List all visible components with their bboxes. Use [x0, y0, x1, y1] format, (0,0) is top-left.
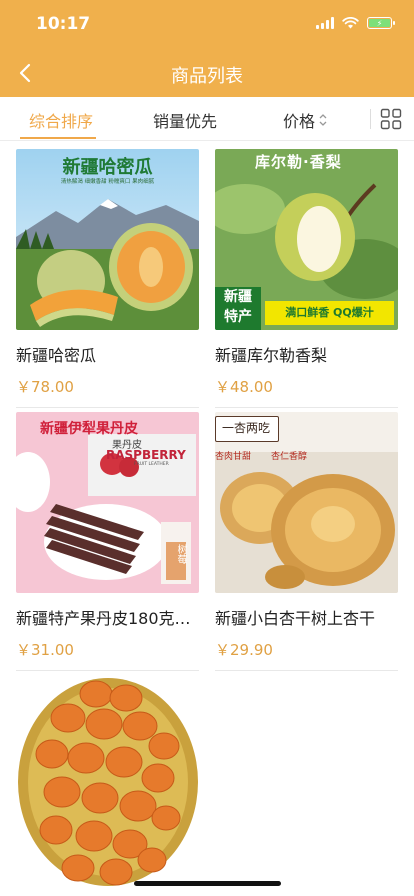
- product-card[interactable]: 新疆哈密瓜 清热解渴 细嫩香甜 粉糯爽口 果肉细腻 新疆哈密瓜 ￥78.00: [16, 149, 199, 408]
- melon-banner-subtitle: 清热解渴 细嫩香甜 粉糯爽口 果肉细腻: [60, 179, 155, 185]
- product-card[interactable]: 一杏两吃 杏肉甘甜 杏仁香醇 新疆小白杏干树上杏干 ￥29.90: [215, 412, 398, 671]
- product-image-fruit-leather: 新疆伊犁果丹皮 果丹皮 RASPBERRY FRUIT LEATHER 树莓: [16, 412, 199, 593]
- sort-arrows-icon: [319, 114, 327, 126]
- pear-badge-line2: 特产: [224, 309, 252, 325]
- melon-banner-title: 新疆哈密瓜: [62, 157, 153, 178]
- wifi-icon: [342, 17, 359, 29]
- product-price: ￥31.00: [16, 641, 74, 659]
- signal-icon: [316, 17, 334, 29]
- product-image-apricot: 一杏两吃 杏肉甘甜 杏仁香醇: [215, 412, 398, 593]
- product-name: 新疆特产果丹皮180克…: [16, 609, 191, 628]
- status-time: 10:17: [36, 14, 91, 34]
- tab-price[interactable]: 价格: [283, 108, 328, 132]
- product-card[interactable]: 库尔勒·香梨 新疆 特产 满口鲜香 QQ爆汁 新疆库尔勒香梨 ￥48.00: [215, 149, 398, 408]
- status-icons: ⚡: [316, 17, 395, 29]
- fruit-leather-box-en: RASPBERRY: [106, 448, 186, 462]
- product-grid: 新疆哈密瓜 清热解渴 细嫩香甜 粉糯爽口 果肉细腻 新疆哈密瓜 ￥78.00 库…: [0, 141, 414, 896]
- apricot-banner-sub2: 杏仁香醇: [271, 452, 308, 462]
- sort-tab-bar: 综合排序 销量优先 价格: [0, 97, 414, 141]
- product-name: 新疆哈密瓜: [16, 346, 97, 365]
- pear-badge-line1: 新疆: [224, 289, 252, 305]
- product-card[interactable]: 新疆伊犁果丹皮 果丹皮 RASPBERRY FRUIT LEATHER 树莓 新…: [16, 412, 199, 671]
- nav-bar: 商品列表: [0, 50, 414, 97]
- product-price: ￥78.00: [16, 378, 74, 396]
- product-name: 新疆库尔勒香梨: [215, 346, 328, 365]
- tab-sales[interactable]: 销量优先: [153, 108, 217, 132]
- product-card[interactable]: [16, 674, 199, 896]
- fruit-leather-banner-title: 新疆伊犁果丹皮: [40, 421, 138, 437]
- tab-divider: [370, 109, 371, 129]
- card-divider: [16, 407, 199, 408]
- page-title: 商品列表: [171, 66, 243, 87]
- product-image-melon: 新疆哈密瓜 清热解渴 细嫩香甜 粉糯爽口 果肉细腻: [16, 149, 199, 330]
- grid-view-icon[interactable]: [380, 108, 402, 130]
- pear-slogan: 满口鲜香 QQ爆汁: [265, 301, 394, 325]
- status-bar: 10:17 ⚡: [0, 0, 414, 50]
- card-divider: [215, 670, 398, 671]
- product-price: ￥29.90: [215, 641, 273, 659]
- product-price: ￥48.00: [215, 378, 273, 396]
- tab-comprehensive[interactable]: 综合排序: [29, 108, 93, 132]
- active-tab-underline: [20, 137, 96, 139]
- apricot-banner-title: 一杏两吃: [215, 416, 280, 442]
- product-name: 新疆小白杏干树上杏干: [215, 609, 376, 628]
- pear-banner-title: 库尔勒·香梨: [255, 153, 342, 171]
- card-divider: [16, 670, 199, 671]
- card-divider: [215, 407, 398, 408]
- home-indicator[interactable]: [134, 881, 281, 886]
- product-image-pear: 库尔勒·香梨 新疆 特产 满口鲜香 QQ爆汁: [215, 149, 398, 330]
- apricot-banner-sub1: 杏肉甘甜: [215, 452, 252, 462]
- product-image-dried-apricot: [16, 674, 199, 896]
- tab-price-label: 价格: [283, 112, 316, 131]
- fruit-leather-box-sub: FRUIT LEATHER: [134, 462, 169, 467]
- battery-charging-icon: ⚡: [367, 17, 395, 29]
- fruit-leather-box-tag: 树莓: [175, 544, 186, 564]
